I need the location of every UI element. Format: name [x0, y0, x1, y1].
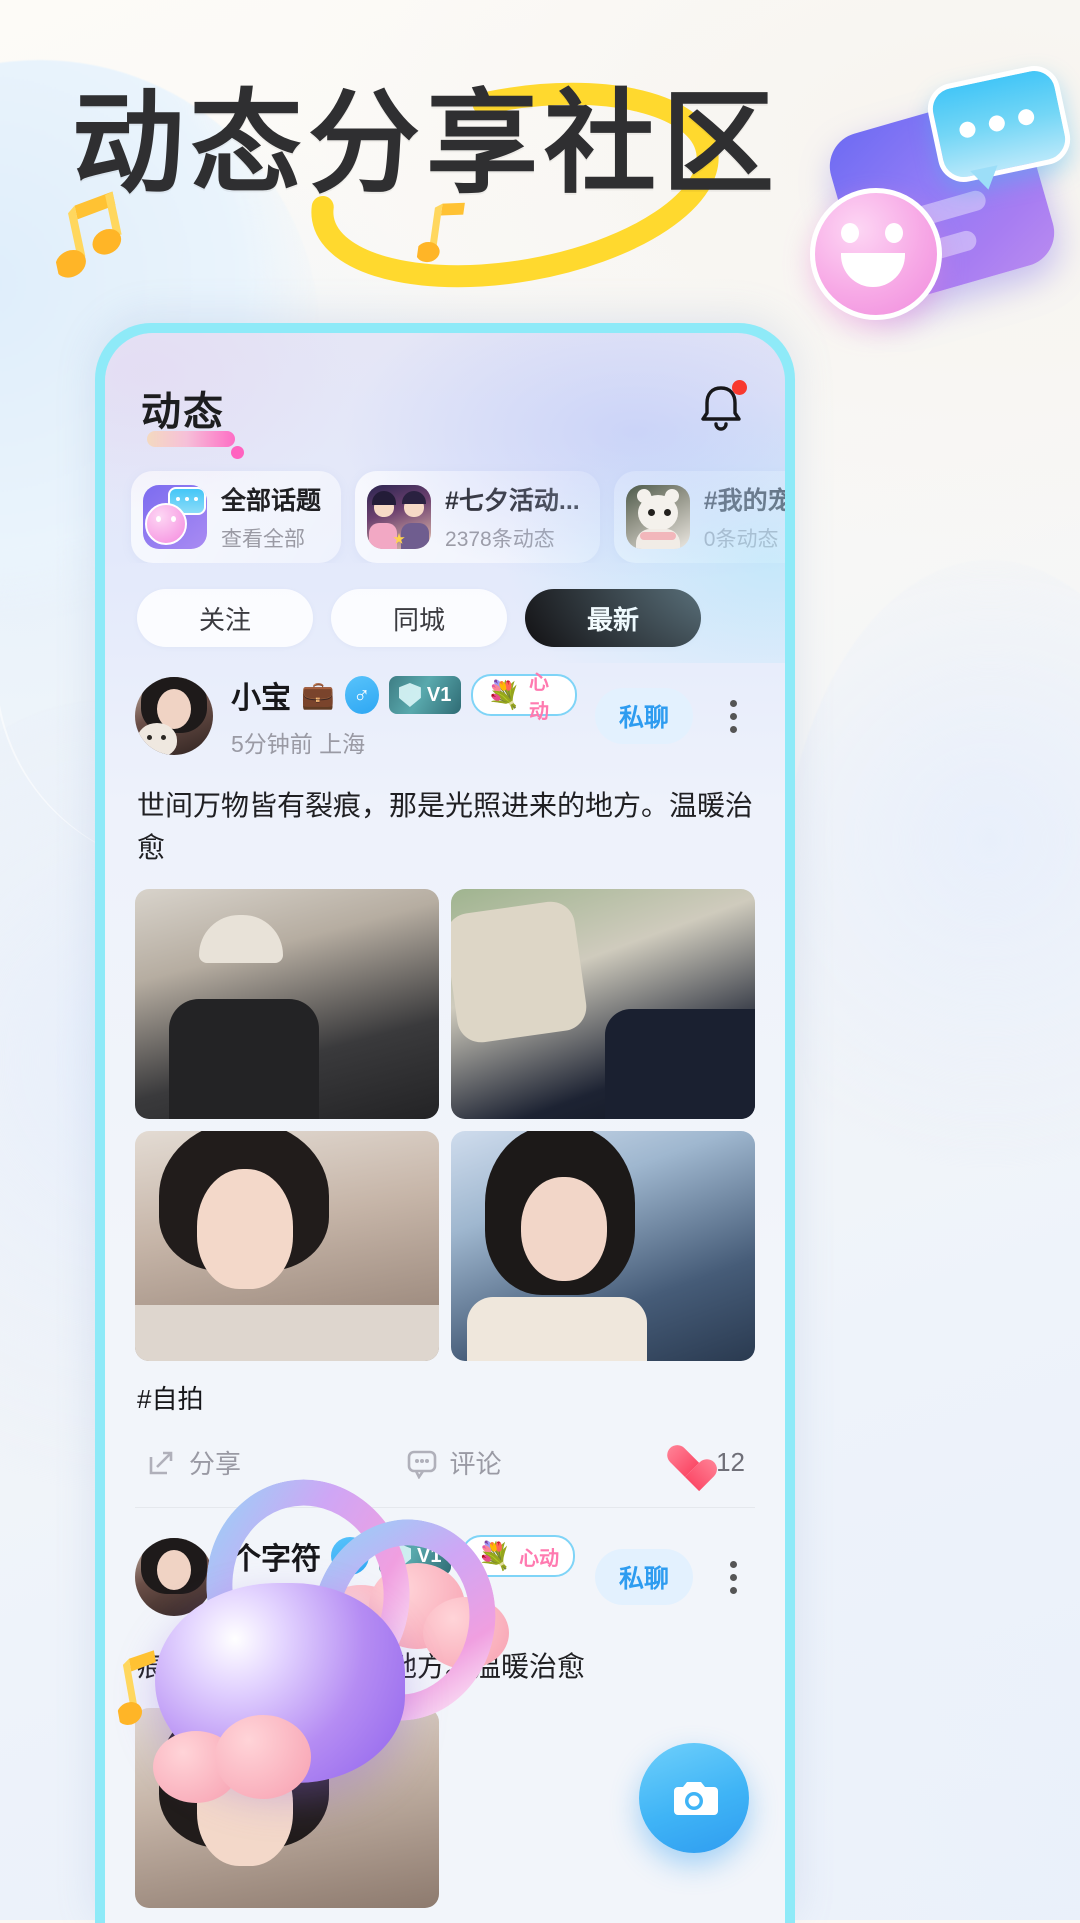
post-photo[interactable] [451, 1131, 755, 1361]
post-photo[interactable] [451, 889, 755, 1119]
camera-icon [674, 1782, 718, 1815]
shield-icon [398, 683, 421, 707]
speech-bubble-3d-icon [923, 61, 1075, 193]
gender-badge: ♂ [331, 1537, 369, 1575]
post-item: 小宝 💼 ♂ V1 💐 心动 5分钟前 上海 私聊 世间万物皆有裂痕，那是光照进… [105, 647, 785, 1507]
post-text: 痕，那是光照进来的地方。温暖治愈 [137, 1651, 586, 1682]
post-header: 个字符 ♂ V1 💐 心动 前 上海 私聊 [135, 1534, 755, 1620]
app-screen: 动态 全部话题 查看全部 [105, 333, 785, 1923]
hero-banner: 动态分享社区 [0, 0, 1080, 330]
more-vertical-icon[interactable] [711, 1549, 755, 1605]
post-username[interactable]: 个字符 [231, 1534, 321, 1578]
bouquet-emoji: 💐 [487, 679, 521, 710]
title-accent-dot [231, 446, 244, 459]
shield-icon [389, 1544, 411, 1568]
post-photo-grid[interactable] [135, 869, 755, 1361]
comment-label: 评论 [449, 1449, 502, 1479]
promo-headline: 动态分享社区 [72, 79, 780, 209]
post-photo[interactable] [135, 1708, 439, 1908]
cat-photo [625, 485, 690, 549]
comment-action[interactable]: 评论 [406, 1444, 502, 1481]
hero-3d-artwork [810, 61, 1075, 320]
page-title: 动态 [141, 379, 244, 459]
post-text: 世间万物皆有裂痕，那是光照进来的地方。温暖治愈 [137, 790, 754, 863]
post-username[interactable]: 小宝 [231, 673, 291, 717]
more-vertical-icon[interactable] [711, 688, 755, 744]
mood-badge-label: 心动 [519, 1547, 560, 1570]
level-badge-label: V1 [417, 1544, 442, 1567]
heart-icon [666, 1446, 704, 1480]
share-icon [149, 1451, 173, 1474]
page-title-text: 动态 [141, 389, 225, 435]
post-action-bar: 分享 评论 12 [135, 1416, 755, 1507]
post-photo[interactable] [135, 889, 439, 1119]
mood-badge: 💐 心动 [471, 672, 577, 723]
post-meta: 前 上海 [231, 1592, 307, 1618]
title-accent-stroke [147, 431, 235, 447]
bouquet-emoji: 💐 [477, 1540, 512, 1571]
mood-badge-label: 心动 [528, 672, 549, 723]
briefcase-emoji: 💼 [301, 679, 335, 710]
post-photo[interactable] [135, 1131, 439, 1361]
notification-bell-button[interactable] [693, 380, 749, 436]
notification-unread-dot [732, 380, 747, 395]
private-chat-button[interactable]: 私聊 [594, 688, 693, 744]
phone-mockup: 动态 全部话题 查看全部 [95, 323, 795, 1923]
avatar[interactable] [135, 677, 213, 755]
private-chat-button[interactable]: 私聊 [594, 1549, 693, 1605]
mood-badge: 💐 心动 [461, 1535, 576, 1577]
post-meta: 5分钟前 上海 [231, 731, 366, 757]
share-label: 分享 [189, 1449, 242, 1479]
like-action[interactable]: 12 [666, 1446, 745, 1480]
level-badge-label: V1 [426, 683, 452, 706]
qixi-couple-photo [367, 485, 432, 549]
gender-badge: ♂ [344, 676, 379, 714]
post-tag[interactable]: #自拍 [135, 1361, 755, 1416]
smiley-face-3d-icon [810, 188, 942, 320]
comment-icon [407, 1450, 436, 1479]
bg-blob-right [780, 560, 1080, 1260]
all-topics-icon [143, 485, 207, 549]
like-count: 12 [716, 1447, 745, 1477]
post-feed: 小宝 💼 ♂ V1 💐 心动 5分钟前 上海 私聊 世间万物皆有裂痕，那是光照进… [105, 647, 785, 1908]
create-post-button[interactable] [639, 1743, 749, 1853]
avatar[interactable] [135, 1538, 213, 1616]
level-badge: V1 [388, 676, 462, 714]
post-header: 小宝 💼 ♂ V1 💐 心动 5分钟前 上海 私聊 [135, 672, 755, 759]
app-header: 动态 [105, 333, 785, 459]
level-badge: V1 [379, 1537, 452, 1575]
share-action[interactable]: 分享 [145, 1444, 241, 1481]
